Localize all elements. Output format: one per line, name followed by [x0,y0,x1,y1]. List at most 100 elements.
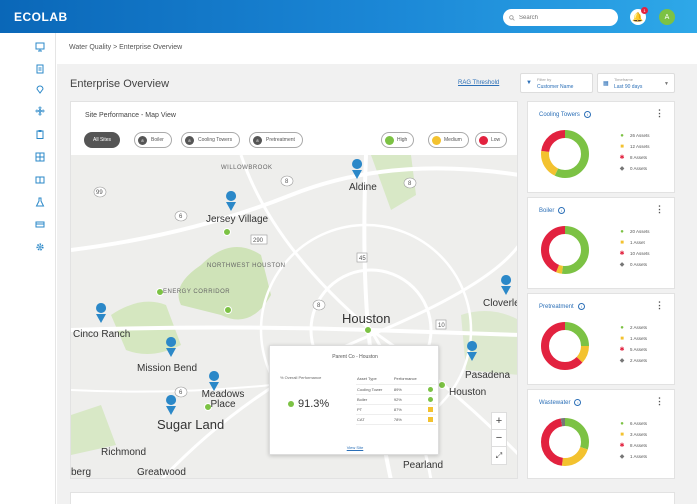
chip-cooling-towers[interactable]: 8 Cooling Towers [181,132,241,148]
medium-dot-icon [432,135,441,145]
low-star-icon: ✱ [619,347,625,353]
asset-type: PT [356,404,393,415]
chip-label: All Sites [93,137,112,143]
zoom-in-button[interactable]: + [492,413,506,430]
map-view[interactable]: 99 8 6 290 8 8 45 6 10 Aldine WILLOWBROO… [71,155,517,478]
side-nav [24,33,56,504]
location-icon[interactable] [33,83,47,95]
view-site-link[interactable]: View Site [270,445,440,450]
city-label: ENERGY CORRIDOR [163,289,231,295]
pretreatment-card: Pretreatment i ⋮ ● 2 Assets ■ 1 Assets ✱ 5 A… [527,293,675,385]
status-cell [426,404,436,415]
info-icon[interactable]: i [577,303,585,310]
city-label: Richmond [101,447,147,458]
legend-row-medium: ■ 1 Asset [619,237,650,248]
medium-square-icon: ■ [620,239,624,246]
legend-value: 1 Asset [630,240,645,245]
cooling-towers-card: Cooling Towers i ⋮ ● 26 Assets ■ 12 Assets … [527,101,675,193]
none-diamond-icon: ◆ [619,358,625,364]
high-dot-icon [427,396,433,402]
clipboard-icon[interactable] [33,128,47,140]
city-label: Pearland [403,460,444,471]
high-dot-icon [288,401,294,407]
legend-value: 2 Assets [630,325,648,330]
high-dot-icon: ● [620,132,624,139]
legend-low[interactable]: Low [475,132,508,148]
overall-value-text: 91.3% [298,398,330,410]
rag-threshold-link[interactable]: RAG Threshold [458,80,499,86]
city-label: Meadows Place [201,389,245,410]
none-diamond-icon: ◆ [619,262,625,268]
site-dot[interactable] [224,306,232,314]
svg-text:45: 45 [359,256,366,262]
search-input[interactable] [519,14,609,21]
high-dot-icon [385,135,394,145]
legend-high[interactable]: High [381,132,415,148]
map-pin-icon[interactable] [96,303,107,323]
book-icon[interactable] [33,174,47,186]
ecolab-logo[interactable]: ECOLAB [14,10,68,24]
low-star-icon: ✱ [619,443,625,449]
search-icon [509,14,515,21]
legend-row-none: ◆ 0 Assets [619,259,650,270]
truck-icon[interactable] [33,218,47,230]
zoom-out-button[interactable]: − [492,430,506,447]
map-pin-icon[interactable] [209,371,220,391]
legend-value: 8 Assets [630,155,648,160]
table-row: PT 87% [356,404,436,415]
more-options-icon[interactable]: ⋮ [655,396,664,407]
card-legend: ● 26 Assets ■ 12 Assets ✱ 8 Assets ◆ 0 Asset… [619,130,650,174]
info-icon[interactable]: i [558,207,566,214]
overall-performance-label: % Overall Performance [280,375,322,380]
timeframe-value: Last 90 days [614,84,643,90]
site-dot[interactable] [364,326,372,334]
info-icon[interactable]: i [583,111,591,118]
card-title[interactable]: Boiler i [539,207,566,214]
more-options-icon[interactable]: ⋮ [655,204,664,215]
map-pin-icon[interactable] [166,395,177,415]
card-legend: ● 2 Assets ■ 1 Assets ✱ 5 Assets ◆ 2 Assets [619,322,647,366]
fan-icon[interactable] [33,105,47,117]
site-dot[interactable] [438,381,446,389]
overall-performance-value: 91.3% [288,398,329,410]
chip-pretreatment[interactable]: 8 Pretreatment [249,132,303,148]
grid-icon[interactable] [33,151,47,163]
card-title-text: Cooling Towers [539,111,580,118]
more-options-icon[interactable]: ⋮ [655,108,664,119]
more-options-icon[interactable]: ⋮ [655,300,664,311]
legend-value: 3 Assets [630,432,648,437]
card-title[interactable]: Pretreatment i [539,303,585,310]
legend-row-medium: ■ 1 Assets [619,333,647,344]
card-legend: ● 20 Assets ■ 1 Asset ✱ 10 Assets ◆ 0 Assets [619,226,650,270]
chip-boiler[interactable]: 8 Boiler [134,132,172,148]
chip-count: 8 [185,135,194,145]
legend-value: 20 Assets [630,229,650,234]
legend-label: Low [491,137,501,143]
low-star-icon: ✱ [619,155,625,161]
info-icon[interactable]: i [574,399,582,406]
user-avatar[interactable]: A [659,9,675,25]
settings-gear-icon[interactable] [33,241,47,253]
flask-icon[interactable] [33,196,47,208]
card-title[interactable]: Wastewater i [539,399,582,406]
search-box[interactable] [503,9,618,26]
customer-filter[interactable]: ▼ Filter by Customer Name [520,73,593,93]
medium-square-icon: ■ [620,335,624,342]
chip-all-sites[interactable]: All Sites [84,132,121,148]
map-pin-icon[interactable] [501,275,512,295]
map-card-title: Site Performance - Map View [85,112,176,119]
legend-medium[interactable]: Medium [428,132,469,148]
legend-value: 26 Assets [630,133,650,138]
map-pin-icon[interactable] [226,191,237,211]
table-row: Cooling Tower 89% [356,384,436,395]
timeframe-filter[interactable]: ▦ Timeframe Last 90 days ▼ [597,73,675,93]
city-label: Cloverleaf [483,298,517,309]
breadcrumb[interactable]: Water Quality > Enterprise Overview [69,44,182,51]
monitor-icon[interactable] [33,41,47,53]
site-dot[interactable] [223,228,231,236]
expand-map-icon[interactable]: ⤢ [492,447,506,464]
report-icon[interactable] [33,63,47,75]
legend-row-low: ✱ 8 Assets [619,152,650,163]
card-title[interactable]: Cooling Towers i [539,111,591,118]
timeframe-title: Timeframe [614,77,633,82]
